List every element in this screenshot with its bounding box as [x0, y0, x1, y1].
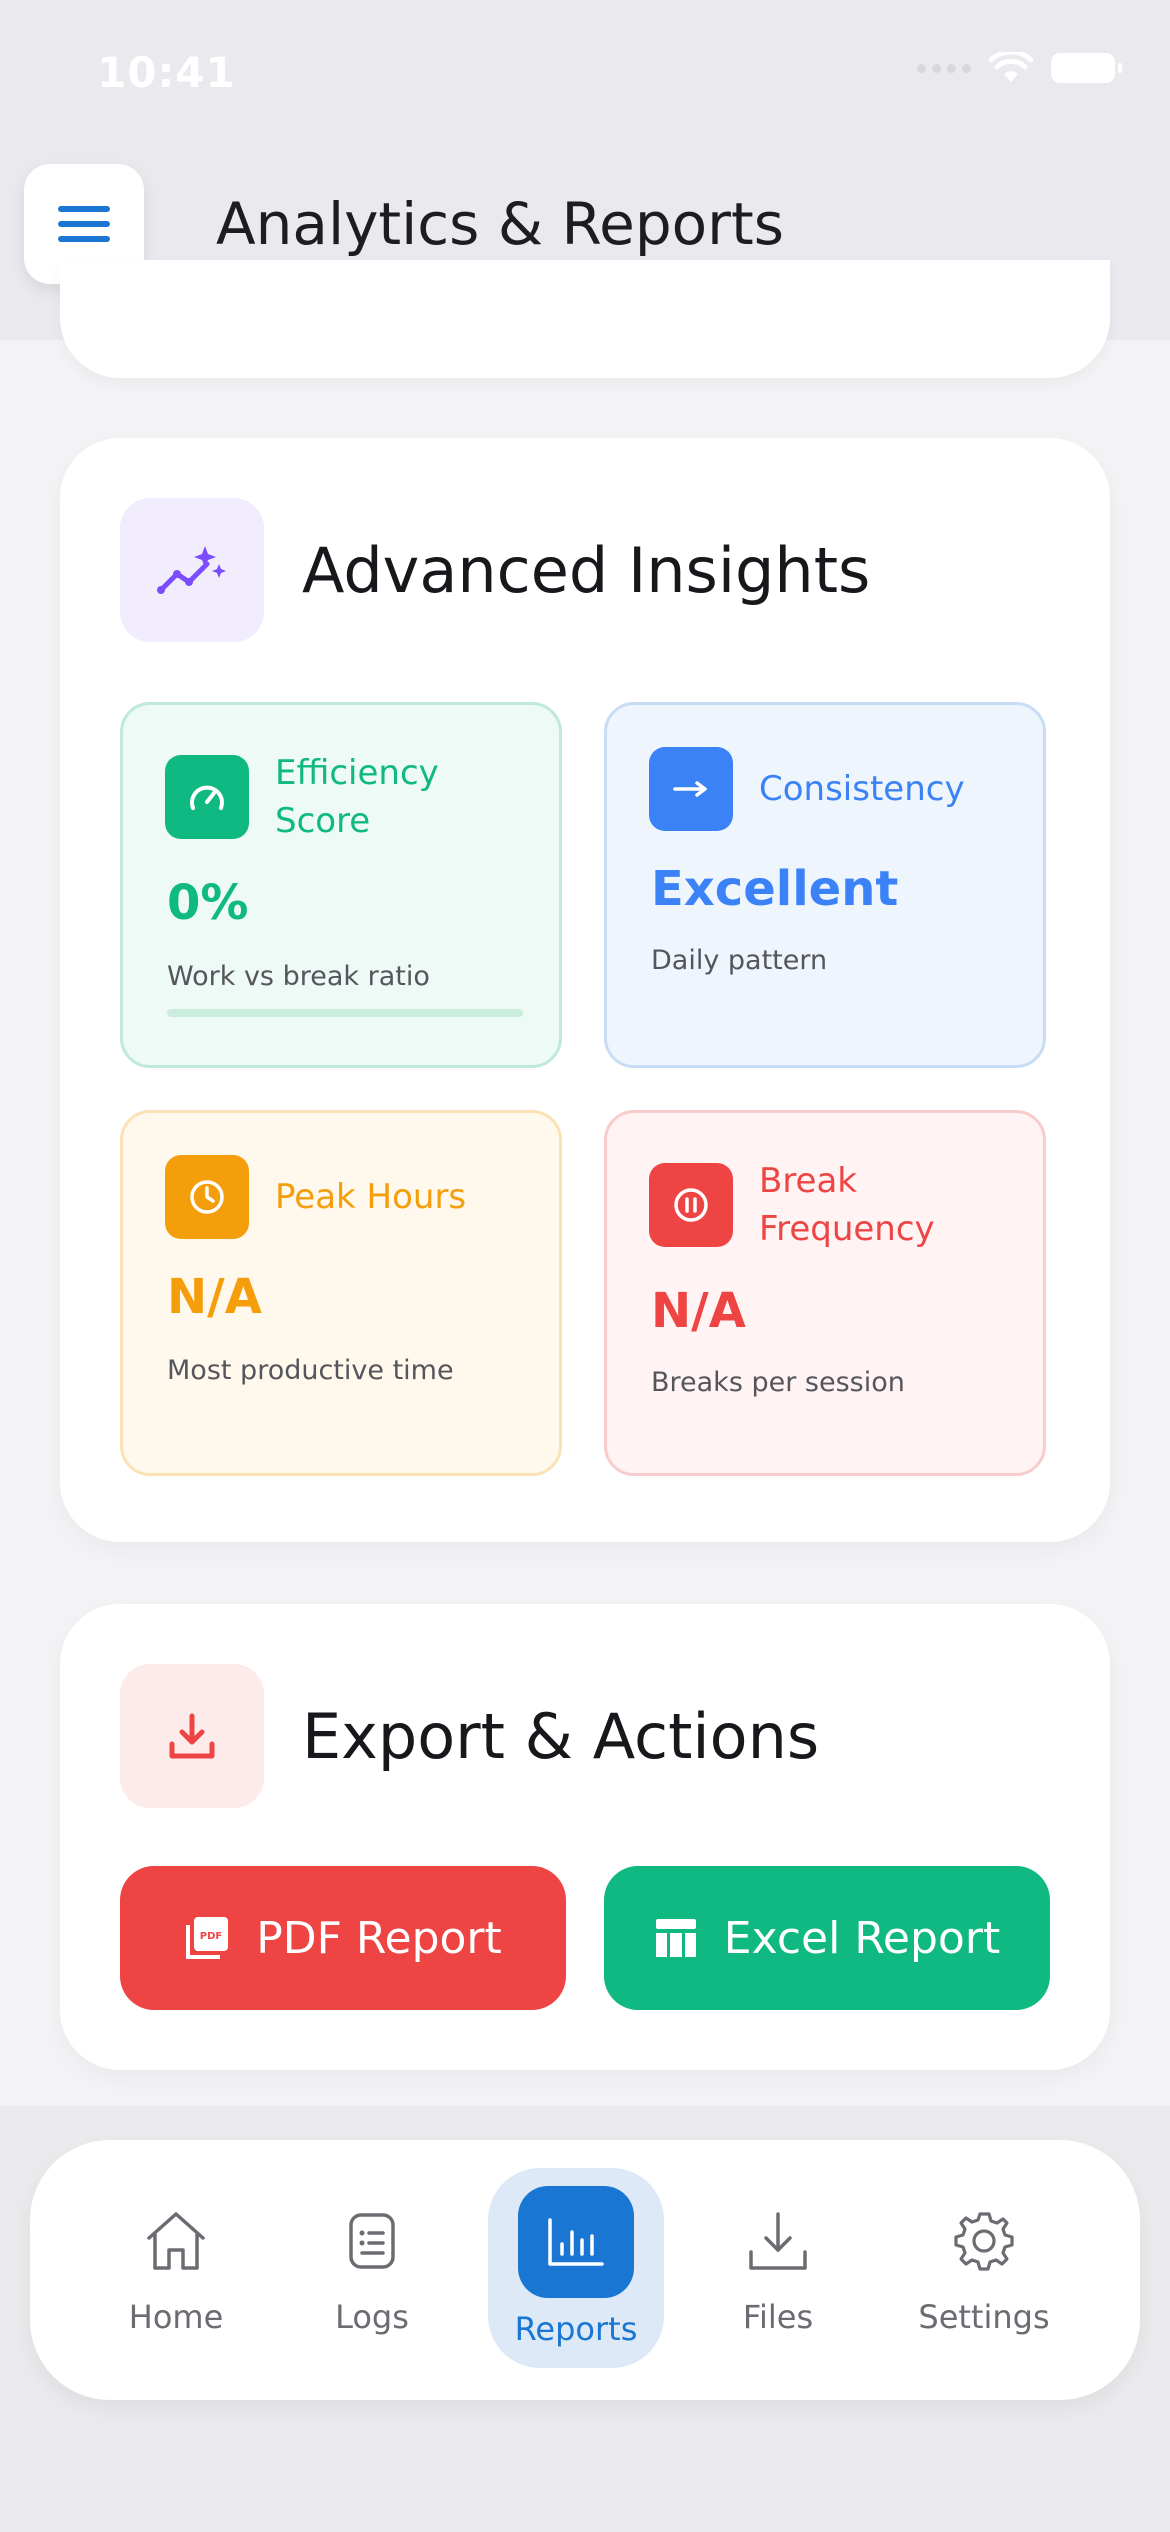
logs-icon	[347, 2198, 397, 2284]
table-icon	[655, 1919, 696, 1957]
nav-label-settings: Settings	[918, 2298, 1050, 2336]
wifi-icon	[989, 52, 1033, 82]
home-icon	[143, 2198, 209, 2284]
cellular-signal-icon	[917, 63, 971, 73]
peak-value: N/A	[167, 1269, 262, 1325]
peak-hours-tile[interactable]: Peak Hours N/A Most productive time	[120, 1110, 562, 1476]
pdf-file-icon: PDF	[186, 1917, 229, 1959]
svg-text:PDF: PDF	[200, 1931, 222, 1942]
consistency-value: Excellent	[651, 861, 899, 917]
export-title: Export & Actions	[302, 1699, 820, 1773]
nav-label-reports: Reports	[514, 2310, 638, 2348]
excel-report-label: Excel Report	[723, 1912, 1001, 1964]
speedometer-icon	[165, 755, 249, 839]
consistency-tile-header: Consistency	[649, 747, 965, 831]
break-value: N/A	[651, 1283, 746, 1339]
bottom-navigation: Home Logs Reports Files Settings	[30, 2140, 1140, 2400]
break-tile-header: Break Frequency	[649, 1157, 959, 1253]
pdf-report-label: PDF Report	[256, 1912, 502, 1964]
pause-circle-icon	[649, 1163, 733, 1247]
nav-item-reports[interactable]: Reports	[488, 2168, 664, 2368]
clock-icon	[165, 1155, 249, 1239]
consistency-subtitle: Daily pattern	[651, 945, 828, 976]
efficiency-label: Efficiency Score	[275, 753, 439, 841]
hamburger-menu-icon	[58, 206, 110, 242]
gear-icon	[951, 2198, 1017, 2284]
bar-chart-icon	[518, 2186, 634, 2298]
export-header: Export & Actions	[120, 1664, 819, 1808]
nav-label-files: Files	[742, 2298, 814, 2336]
nav-item-logs[interactable]: Logs	[284, 2180, 460, 2374]
efficiency-value: 0%	[167, 875, 249, 931]
nav-item-settings[interactable]: Settings	[896, 2180, 1072, 2374]
battery-icon	[1051, 53, 1122, 83]
previous-card	[60, 260, 1110, 378]
peak-subtitle: Most productive time	[167, 1355, 454, 1386]
nav-label-home: Home	[128, 2298, 224, 2336]
status-icons	[917, 52, 1122, 84]
efficiency-subtitle: Work vs break ratio	[167, 961, 430, 992]
efficiency-score-tile[interactable]: Efficiency Score 0% Work vs break ratio	[120, 702, 562, 1068]
page-title: Analytics & Reports	[216, 190, 784, 258]
consistency-label: Consistency	[759, 769, 965, 809]
arrow-right-icon	[649, 747, 733, 831]
nav-item-home[interactable]: Home	[88, 2180, 264, 2374]
consistency-tile[interactable]: Consistency Excellent Daily pattern	[604, 702, 1046, 1068]
peak-label: Peak Hours	[275, 1177, 467, 1217]
nav-item-files[interactable]: Files	[690, 2180, 866, 2374]
nav-label-logs: Logs	[335, 2298, 409, 2336]
status-time: 10:41	[97, 48, 236, 97]
insights-header: Advanced Insights	[120, 498, 870, 642]
pdf-report-button[interactable]: PDF PDF Report	[120, 1866, 566, 2010]
app-screen: 10:41 Analytics & Reports Advanced Insig…	[0, 0, 1170, 2532]
export-actions-card: Export & Actions PDF PDF Report Excel Re…	[60, 1604, 1110, 2070]
break-label: Break Frequency	[759, 1161, 935, 1249]
download-icon	[747, 2198, 809, 2284]
efficiency-tile-header: Efficiency Score	[165, 749, 475, 845]
break-frequency-tile[interactable]: Break Frequency N/A Breaks per session	[604, 1110, 1046, 1476]
sparkle-trend-icon	[120, 498, 264, 642]
advanced-insights-card: Advanced Insights Efficiency Score 0% Wo…	[60, 438, 1110, 1542]
insights-title: Advanced Insights	[302, 533, 871, 607]
break-subtitle: Breaks per session	[651, 1367, 905, 1398]
peak-tile-header: Peak Hours	[165, 1155, 466, 1239]
download-icon	[120, 1664, 264, 1808]
excel-report-button[interactable]: Excel Report	[604, 1866, 1050, 2010]
efficiency-progress-bar	[167, 1009, 523, 1017]
